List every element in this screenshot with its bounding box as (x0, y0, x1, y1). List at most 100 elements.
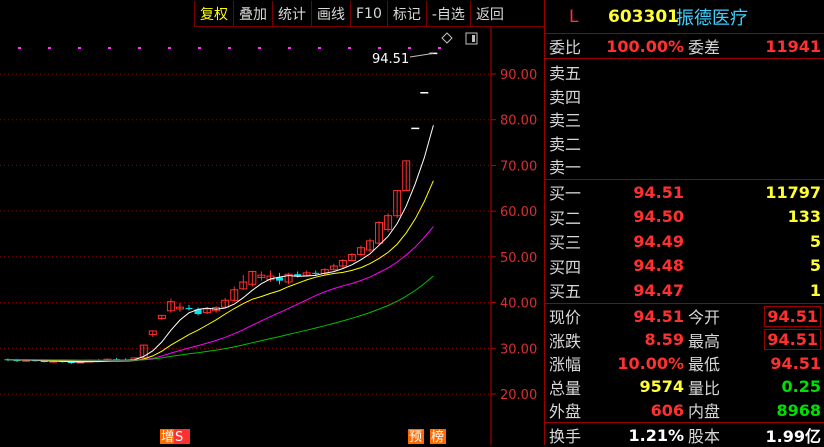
bid-label: 买一 (549, 184, 582, 203)
event-marker-label: 预 (409, 430, 422, 445)
stat-value: 94.51 (764, 305, 821, 327)
y-tick-label: 80.00 (500, 114, 537, 129)
bid-volume: 133 (787, 207, 821, 226)
bid-volume: 11797 (765, 182, 821, 202)
ma10-line (7, 180, 434, 362)
diamond-icon (441, 32, 453, 44)
limit-dot (78, 47, 81, 49)
weicha-label: 委差 (688, 38, 721, 57)
toolbar-button[interactable]: -自选 (425, 1, 470, 26)
bid-row: 买一 94.51 11797 (545, 181, 824, 204)
toolbar-button[interactable]: 统计 (272, 1, 311, 26)
y-tick-label: 60.00 (500, 205, 537, 220)
ma60-line (8, 275, 434, 361)
stat-value: 94.51 (770, 353, 821, 373)
y-tick-label: 70.00 (500, 159, 537, 174)
toolbar-button[interactable]: 返回 (469, 1, 509, 26)
limit-dot (48, 47, 51, 49)
toolbar-button[interactable]: F10 (350, 1, 387, 26)
stat-label: 总量 (549, 378, 582, 398)
stat-label: 内盘 (688, 402, 721, 421)
weibi-row: 委比 100.00% 委差 11941 (545, 35, 824, 58)
toolbar-button[interactable]: 叠加 (233, 1, 272, 26)
stock-name[interactable]: 振德医疗 (676, 4, 748, 30)
weicha-value: 11941 (765, 36, 821, 56)
stat-row: 涨幅 10.00% 最低 94.51 (545, 352, 824, 375)
ask-row: 卖三 (545, 108, 824, 130)
bid-row: 买三 94.49 5 (545, 230, 824, 253)
y-tick-label: 90.00 (500, 68, 537, 83)
stat-value: 94.51 (764, 329, 821, 350)
stat-value: 10.00% (617, 353, 684, 373)
stat-row: 外盘 606 内盘 8968 (545, 399, 824, 422)
toolbar-button[interactable]: 画线 (311, 1, 350, 26)
candle-body (312, 272, 320, 274)
stat-row: 现价 94.51 今开 94.51 (545, 305, 824, 327)
stat-label: 最高 (688, 331, 721, 351)
limit-dot (168, 47, 171, 49)
stat-label: 涨幅 (549, 355, 582, 374)
toolbar-button[interactable]: 复权 (194, 1, 233, 26)
panel-toggle-icon (465, 32, 478, 45)
ask-row: 卖五 (545, 61, 824, 83)
limit-dot (318, 47, 321, 49)
ask-row: 卖二 (545, 132, 824, 154)
bid-price: 94.49 (633, 231, 684, 251)
bid-label: 买三 (549, 233, 582, 252)
stat-label: 涨跌 (549, 331, 582, 351)
bid-volume: 1 (809, 280, 821, 300)
stat-label: 换手 (549, 427, 582, 446)
limit-dot (378, 47, 381, 49)
price-annotation: 94.51 (372, 52, 409, 67)
limit-dot (288, 47, 291, 49)
stat-value: 1.21% (628, 425, 684, 445)
stat-row: 涨跌 8.59 最高 94.51 (545, 329, 824, 351)
stat-label: 今开 (688, 308, 721, 327)
stat-label: 量比 (688, 378, 721, 398)
kline-chart[interactable]: 20.00 30.00 40.00 50.00 60.00 70.00 80.00 90.00… (0, 27, 545, 445)
stat-value: 9574 (639, 377, 684, 396)
limit-dot (348, 47, 351, 49)
stock-header: L 603301 振德医疗 (545, 4, 824, 30)
limit-dot (138, 47, 141, 49)
stat-value: 606 (650, 400, 684, 420)
stat-value: 1.99亿 (765, 427, 821, 446)
limit-dot (228, 47, 231, 49)
stat-value: 94.51 (633, 306, 684, 326)
limit-dot (258, 47, 261, 49)
quote-panel: L 603301 振德医疗 委比 100.00% 委差 11941 卖五 卖四 卖三… (545, 0, 824, 447)
limit-dot (108, 47, 111, 49)
divider (545, 422, 824, 423)
annotation-pointer (409, 52, 434, 58)
bid-volume: 5 (809, 231, 821, 251)
stat-value: 8968 (776, 400, 821, 420)
limit-dot (438, 47, 441, 49)
bid-label: 买五 (549, 282, 582, 301)
stat-label: 外盘 (549, 402, 582, 421)
ask-label: 卖五 (549, 64, 582, 83)
stat-row: 换手 1.21% 股本 1.99亿 (545, 424, 824, 447)
bid-price: 94.47 (633, 280, 684, 300)
bid-row: 买四 94.48 5 (545, 255, 824, 277)
ask-label: 卖三 (549, 111, 582, 130)
weibi-value: 100.00% (606, 36, 684, 56)
bid-row: 买五 94.47 1 (545, 279, 824, 302)
bid-price: 94.48 (633, 256, 684, 275)
divider (545, 303, 824, 304)
limit-dot (408, 47, 411, 49)
stat-value: 8.59 (644, 330, 684, 349)
y-tick-label: 50.00 (500, 251, 537, 266)
divider (545, 33, 824, 34)
stock-code[interactable]: 603301 (608, 7, 679, 27)
toolbar-button[interactable]: 标记 (386, 1, 426, 26)
limit-dot (198, 47, 201, 49)
y-tick-label: 20.00 (500, 388, 537, 403)
panel-toggle-icon (472, 35, 475, 42)
chart-toolbar: 复权 叠加 统计 画线 F10 标记 -自选 返回 (194, 1, 544, 27)
candle-body (185, 308, 193, 310)
bid-label: 买二 (549, 208, 582, 228)
stat-row: 总量 9574 量比 0.25 (545, 376, 824, 398)
bid-row: 买二 94.50 133 (545, 206, 824, 228)
y-tick-label: 30.00 (500, 342, 537, 357)
ask-label: 卖二 (549, 134, 582, 154)
